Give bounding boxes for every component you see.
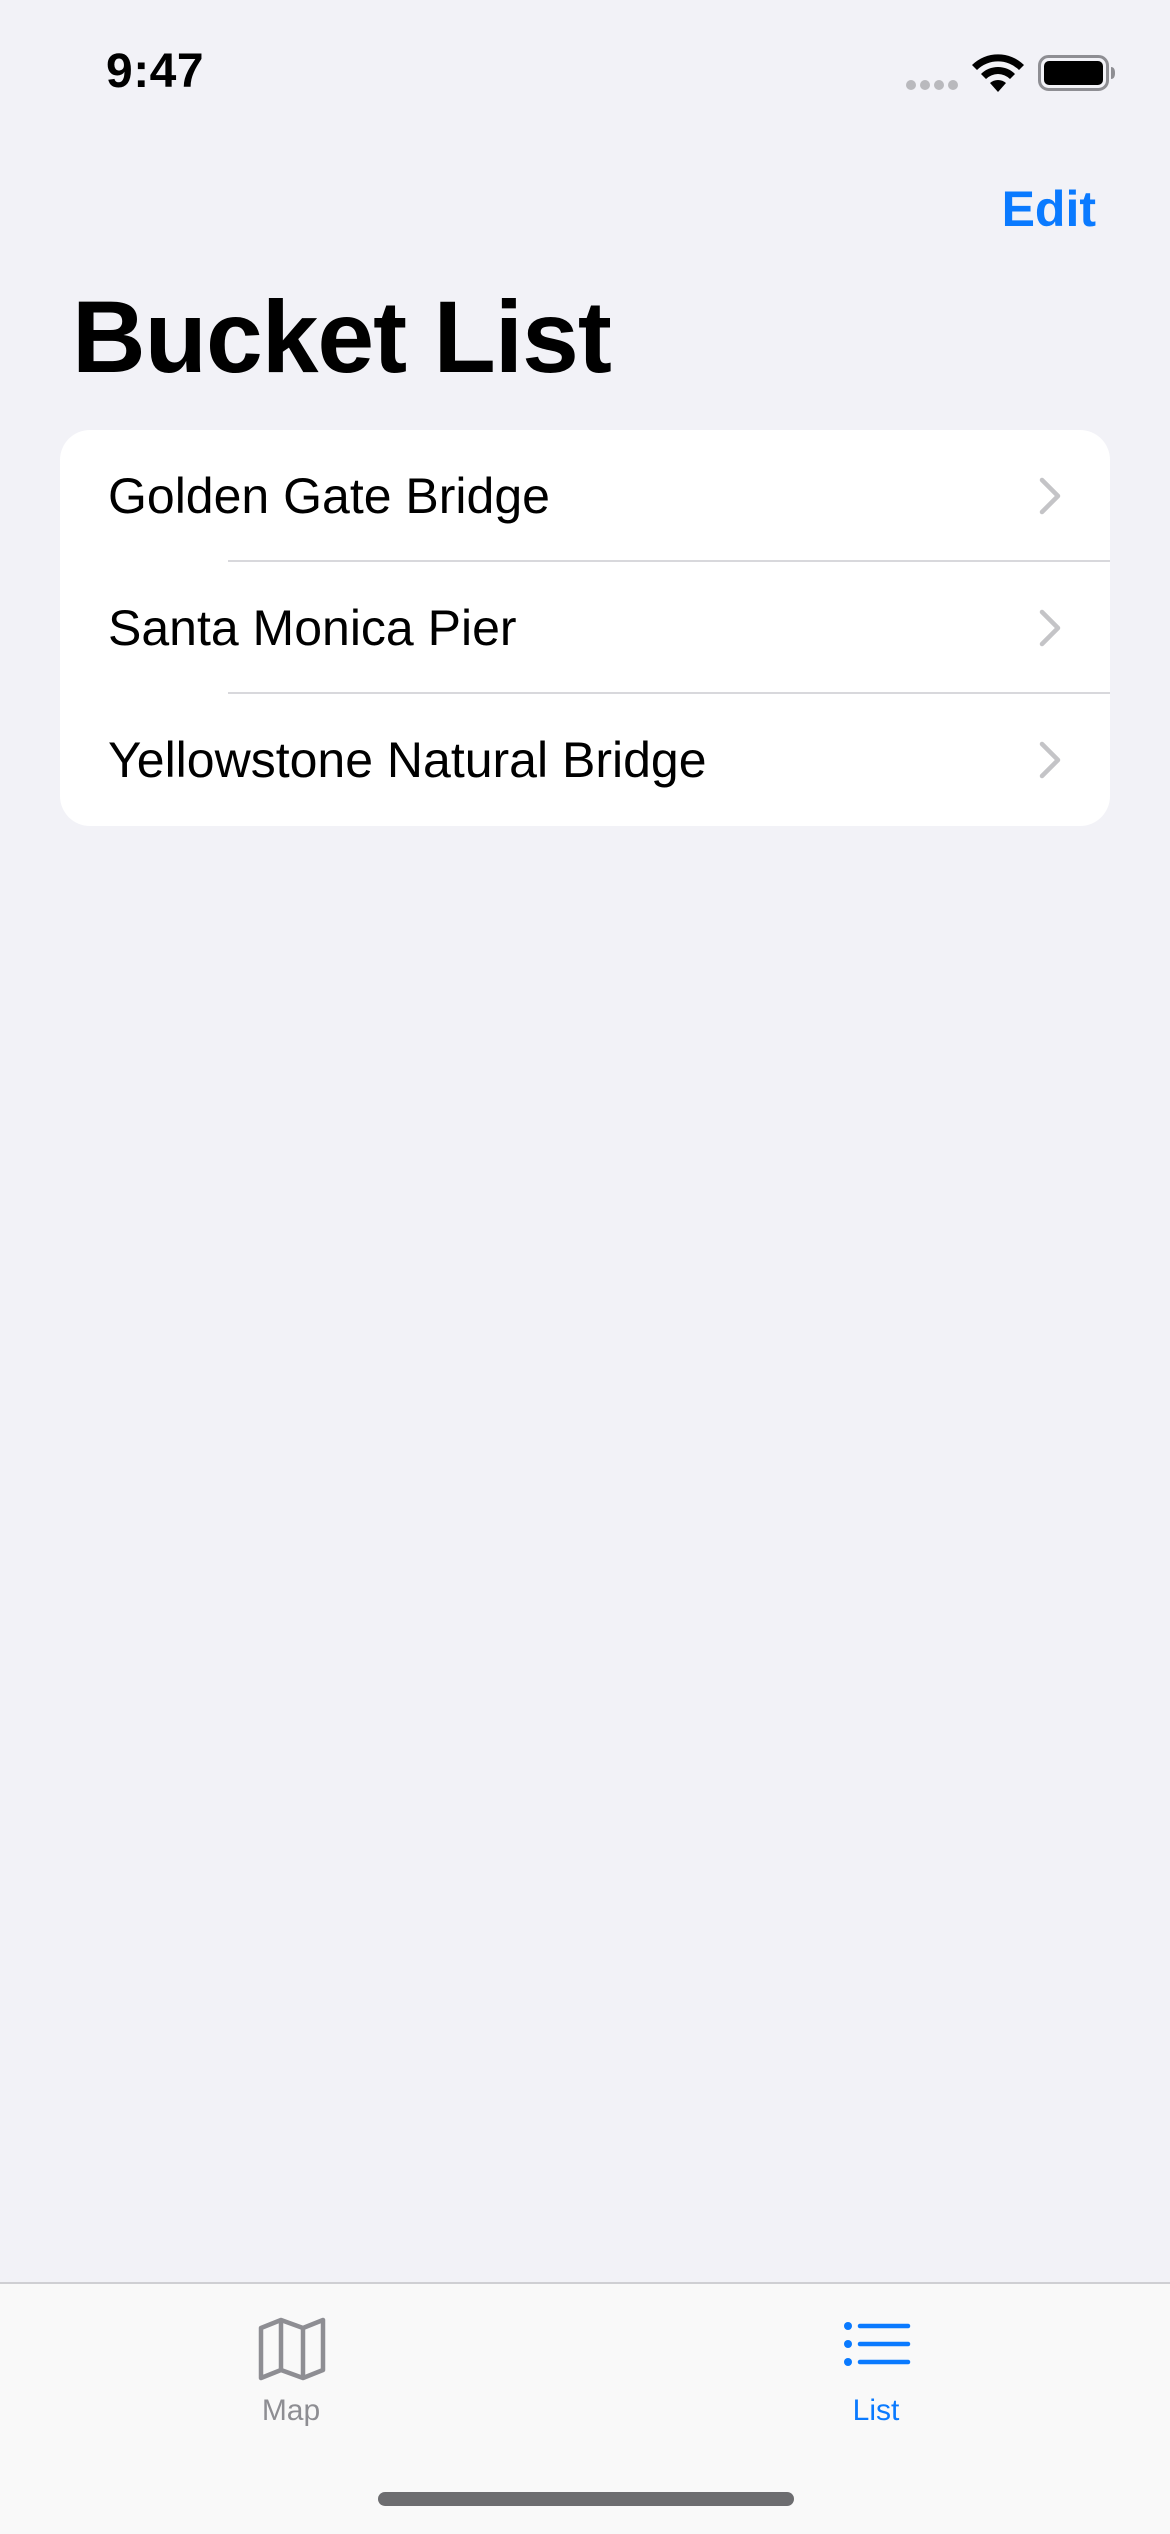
- wifi-icon: [972, 54, 1024, 92]
- chevron-right-icon: [1039, 609, 1061, 647]
- cellular-signal-icon: [906, 80, 960, 92]
- tab-map[interactable]: Map: [191, 2284, 391, 2434]
- status-bar: 9:47: [0, 0, 1170, 140]
- tab-label: Map: [261, 2394, 321, 2427]
- page-title: Bucket List: [72, 280, 612, 394]
- list-item-label: Golden Gate Bridge: [108, 468, 550, 524]
- tab-label: List: [852, 2394, 900, 2427]
- list-item-label: Santa Monica Pier: [108, 600, 517, 656]
- list-item-yellowstone-natural-bridge[interactable]: Yellowstone Natural Bridge: [60, 694, 1110, 826]
- battery-icon: [1038, 55, 1115, 91]
- list-item-santa-monica-pier[interactable]: Santa Monica Pier: [60, 562, 1110, 694]
- home-indicator[interactable]: [378, 2492, 794, 2506]
- edit-button[interactable]: Edit: [1002, 180, 1096, 238]
- status-time: 9:47: [106, 45, 205, 98]
- chevron-right-icon: [1039, 477, 1061, 515]
- list-item-golden-gate-bridge[interactable]: Golden Gate Bridge: [60, 430, 1110, 562]
- tab-bar: Map List: [0, 2282, 1170, 2534]
- bucket-list-screen: 9:47 Edit Bucket List Golden Gate Bridge: [0, 0, 1170, 2534]
- chevron-right-icon: [1039, 741, 1061, 779]
- tab-list[interactable]: List: [776, 2284, 976, 2434]
- list-icon: [844, 2322, 911, 2366]
- map-icon: [258, 2317, 326, 2381]
- bucket-list: Golden Gate Bridge Santa Monica Pier Yel…: [60, 430, 1110, 826]
- list-item-label: Yellowstone Natural Bridge: [108, 732, 707, 788]
